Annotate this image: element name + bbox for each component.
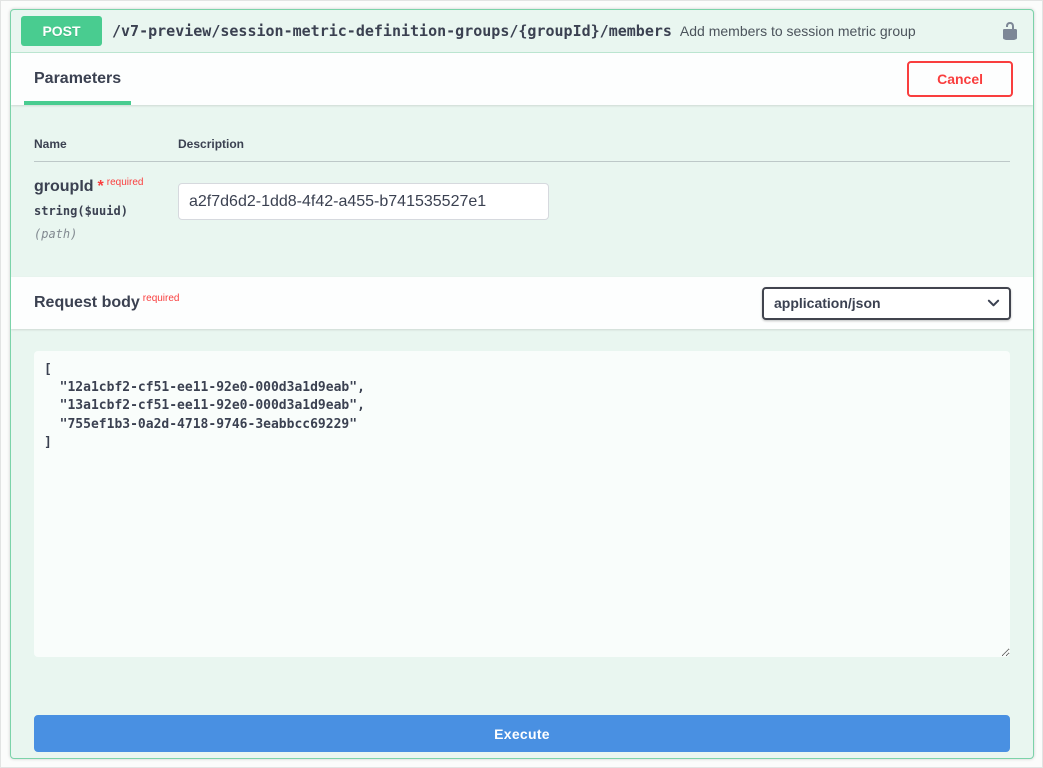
parameter-location: (path) [34, 227, 178, 241]
column-header-description: Description [178, 137, 1010, 151]
request-body-area: [ "12a1cbf2-cf51-ee11-92e0-000d3a1d9eab"… [11, 329, 1033, 662]
column-header-name: Name [34, 137, 178, 151]
tab-parameters[interactable]: Parameters [24, 53, 131, 105]
request-body-section-header: Request bodyrequired application/json [11, 277, 1033, 329]
groupid-input[interactable] [178, 183, 549, 220]
request-body-title: Request bodyrequired [34, 294, 180, 312]
endpoint-summary-text: Add members to session metric group [680, 23, 916, 39]
content-type-control: application/json [762, 287, 1011, 320]
parameter-row-groupid: groupId*required string($uuid) (path) [34, 162, 1010, 241]
parameter-name-text: groupId [34, 178, 94, 195]
unlocked-padlock-icon [1000, 21, 1020, 41]
parameter-value-cell [178, 178, 1010, 241]
execute-area: Execute [11, 662, 1033, 752]
cancel-button[interactable]: Cancel [907, 61, 1013, 97]
parameter-type: string($uuid) [34, 204, 178, 218]
request-body-required-label: required [143, 293, 180, 304]
swagger-page: { "endpoint": { "method": "POST", "path"… [0, 0, 1043, 768]
endpoint-path: /v7-preview/session-metric-definition-gr… [112, 22, 672, 40]
parameters-table: Name Description groupId*required string… [11, 105, 1033, 277]
required-label: required [107, 177, 144, 188]
parameters-title: Parameters [34, 70, 121, 88]
parameters-section-header: Parameters Cancel [11, 53, 1033, 105]
operation-block-post: POST /v7-preview/session-metric-definiti… [10, 9, 1034, 759]
http-method-badge: POST [21, 16, 102, 46]
parameter-name: groupId*required [34, 178, 178, 196]
authorization-button[interactable] [997, 18, 1023, 44]
content-type-select[interactable]: application/json [762, 287, 1011, 320]
required-asterisk: * [98, 178, 104, 195]
parameters-table-header: Name Description [34, 137, 1010, 162]
request-body-editor[interactable]: [ "12a1cbf2-cf51-ee11-92e0-000d3a1d9eab"… [34, 351, 1010, 657]
execute-button[interactable]: Execute [34, 715, 1010, 752]
operation-summary-bar[interactable]: POST /v7-preview/session-metric-definiti… [11, 10, 1033, 53]
parameter-name-cell: groupId*required string($uuid) (path) [34, 178, 178, 241]
request-body-title-text: Request body [34, 294, 140, 311]
